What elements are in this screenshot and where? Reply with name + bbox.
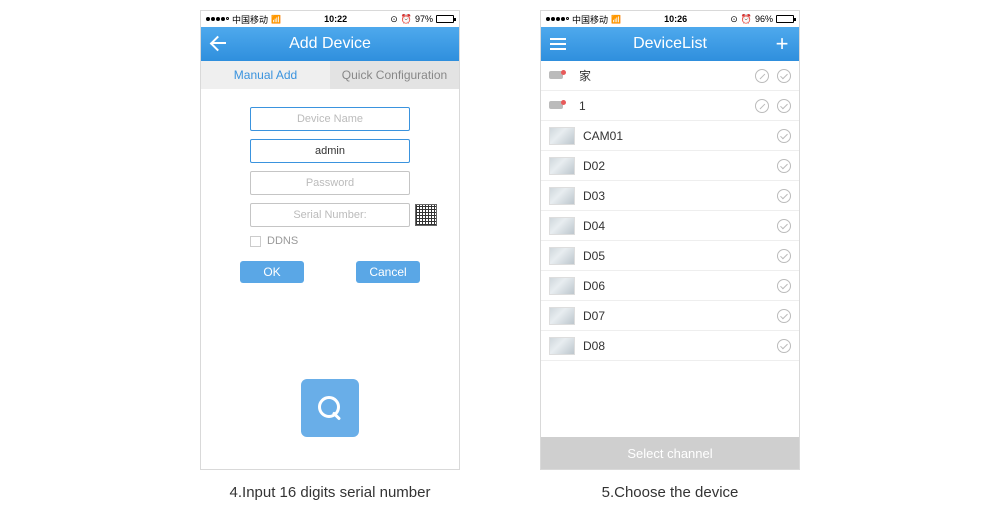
- channel-row[interactable]: D04: [541, 211, 799, 241]
- channel-thumbnail: [549, 187, 575, 205]
- device-group-row[interactable]: 1: [541, 91, 799, 121]
- channel-name: D07: [583, 309, 769, 323]
- device-list: 家 1 CAM01: [541, 61, 799, 437]
- nav-title: DeviceList: [575, 35, 765, 53]
- alarm-icon: ⊙: [390, 14, 398, 25]
- signal-dots-icon: [546, 17, 569, 21]
- caption-step5: 5.Choose the device: [602, 484, 739, 501]
- search-icon: [318, 396, 342, 420]
- channel-name: CAM01: [583, 129, 769, 143]
- cancel-button[interactable]: Cancel: [356, 261, 420, 283]
- channel-row[interactable]: D03: [541, 181, 799, 211]
- carrier-label: 中国移动: [572, 13, 608, 26]
- password-field[interactable]: Password: [250, 171, 410, 195]
- select-icon[interactable]: [777, 69, 791, 83]
- search-device-button[interactable]: [301, 379, 359, 437]
- channel-thumbnail: [549, 217, 575, 235]
- add-device-form: Device Name admin Password Serial Number…: [201, 89, 459, 289]
- select-icon[interactable]: [777, 279, 791, 293]
- nav-bar: Add Device: [201, 27, 459, 61]
- group-name: 1: [579, 99, 747, 113]
- channel-thumbnail: [549, 157, 575, 175]
- battery-pct: 97%: [415, 14, 433, 24]
- select-icon[interactable]: [777, 99, 791, 113]
- select-icon[interactable]: [777, 309, 791, 323]
- menu-icon: [550, 38, 566, 50]
- camera-icon: [549, 99, 571, 113]
- device-name-field[interactable]: Device Name: [250, 107, 410, 131]
- select-icon[interactable]: [777, 159, 791, 173]
- channel-thumbnail: [549, 247, 575, 265]
- channel-row[interactable]: D08: [541, 331, 799, 361]
- battery-pct: 96%: [755, 14, 773, 24]
- menu-button[interactable]: [541, 38, 575, 50]
- status-time: 10:22: [281, 14, 390, 24]
- wifi-icon: [611, 14, 621, 24]
- camera-icon: [549, 69, 571, 83]
- battery-icon: [776, 15, 794, 23]
- select-icon[interactable]: [777, 339, 791, 353]
- channel-name: D08: [583, 339, 769, 353]
- add-device-button[interactable]: +: [765, 33, 799, 55]
- clock-icon: ⏰: [741, 14, 752, 25]
- channel-row[interactable]: D02: [541, 151, 799, 181]
- channel-row[interactable]: CAM01: [541, 121, 799, 151]
- edit-icon[interactable]: [755, 69, 769, 83]
- status-bar: 中国移动 10:22 ⊙ ⏰ 97%: [201, 11, 459, 27]
- channel-thumbnail: [549, 337, 575, 355]
- channel-name: D04: [583, 219, 769, 233]
- ddns-label: DDNS: [267, 235, 298, 247]
- tab-manual-add[interactable]: Manual Add: [201, 61, 330, 89]
- channel-row[interactable]: D06: [541, 271, 799, 301]
- select-icon[interactable]: [777, 129, 791, 143]
- device-group-row[interactable]: 家: [541, 61, 799, 91]
- nav-title: Add Device: [235, 35, 425, 53]
- clock-icon: ⏰: [401, 14, 412, 25]
- wifi-icon: [271, 14, 281, 24]
- serial-number-field[interactable]: Serial Number:: [250, 203, 410, 227]
- select-channel-button[interactable]: Select channel: [541, 437, 799, 469]
- caption-step4: 4.Input 16 digits serial number: [230, 484, 431, 501]
- carrier-label: 中国移动: [232, 13, 268, 26]
- channel-row[interactable]: D07: [541, 301, 799, 331]
- signal-dots-icon: [206, 17, 229, 21]
- back-arrow-icon: [209, 37, 227, 51]
- qr-scan-icon[interactable]: [415, 204, 437, 226]
- phone-add-device: 中国移动 10:22 ⊙ ⏰ 97% Add Device: [200, 10, 460, 470]
- channel-name: D05: [583, 249, 769, 263]
- channel-thumbnail: [549, 277, 575, 295]
- select-icon[interactable]: [777, 249, 791, 263]
- username-field[interactable]: admin: [250, 139, 410, 163]
- select-icon[interactable]: [777, 189, 791, 203]
- group-name: 家: [579, 67, 747, 84]
- channel-thumbnail: [549, 127, 575, 145]
- tabs: Manual Add Quick Configuration: [201, 61, 459, 89]
- edit-icon[interactable]: [755, 99, 769, 113]
- tab-quick-config[interactable]: Quick Configuration: [330, 61, 459, 89]
- status-bar: 中国移动 10:26 ⊙ ⏰ 96%: [541, 11, 799, 27]
- channel-thumbnail: [549, 307, 575, 325]
- ddns-row: DDNS: [250, 235, 410, 247]
- channel-name: D03: [583, 189, 769, 203]
- plus-icon: +: [776, 33, 789, 55]
- ok-button[interactable]: OK: [240, 261, 304, 283]
- phone-device-list: 中国移动 10:26 ⊙ ⏰ 96% DeviceList +: [540, 10, 800, 470]
- select-icon[interactable]: [777, 219, 791, 233]
- channel-name: D06: [583, 279, 769, 293]
- channel-name: D02: [583, 159, 769, 173]
- alarm-icon: ⊙: [730, 14, 738, 25]
- status-time: 10:26: [621, 14, 730, 24]
- ddns-checkbox[interactable]: [250, 236, 261, 247]
- channel-row[interactable]: D05: [541, 241, 799, 271]
- back-button[interactable]: [201, 37, 235, 51]
- battery-icon: [436, 15, 454, 23]
- nav-bar: DeviceList +: [541, 27, 799, 61]
